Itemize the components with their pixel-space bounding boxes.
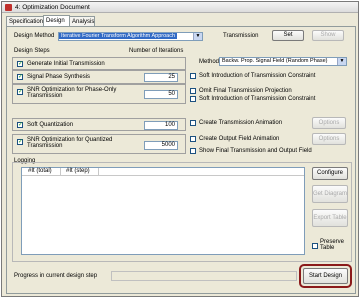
step-checkbox-snr-phase-only[interactable]: ✓	[17, 89, 23, 95]
get-diagram-button[interactable]: Get Diagram	[312, 185, 348, 203]
logging-table[interactable]: #It (total) #It (step)	[21, 167, 305, 255]
chevron-down-icon: ▼	[193, 33, 202, 40]
soft-intro-checkbox-2[interactable]	[190, 96, 196, 102]
title-bar: 4: Optimization Document	[2, 2, 358, 13]
set-button[interactable]: Set	[272, 30, 304, 41]
show-final-checkbox[interactable]	[190, 148, 196, 154]
iterations-header: Number of Iterations	[129, 48, 184, 54]
progress-label: Progress in current design step	[14, 273, 98, 279]
design-method-label: Design Method	[14, 33, 55, 39]
step-row-snr-phase-only: ✓ SNR Optimization for Phase-Only Transm…	[12, 84, 186, 104]
app-icon	[5, 4, 12, 11]
transmission-label: Transmission	[223, 33, 259, 39]
export-table-button[interactable]: Export Table	[312, 209, 348, 227]
step-label-soft-quantization: Soft Quantization	[27, 122, 74, 128]
step-label-signal-phase: Signal Phase Synthesis	[27, 74, 91, 80]
soft-intro-label-1: Soft Introduction of Transmission Constr…	[199, 73, 316, 79]
tab-analysis[interactable]: Analysis	[69, 16, 95, 26]
logging-col-total: #It (total)	[28, 168, 52, 174]
step-row-signal-phase: ✓ Signal Phase Synthesis 25	[12, 70, 186, 84]
show-final-label: Show Final Transmission and Output Field	[199, 148, 312, 154]
soft-intro-checkbox-1[interactable]	[190, 73, 196, 79]
tab-design[interactable]: Design	[43, 15, 70, 26]
design-method-value: Iterative Fourier Transform Algorithm Ap…	[59, 33, 178, 39]
create-transmission-animation-label: Create Transmission Animation	[199, 120, 283, 126]
iterations-input-soft-quantization[interactable]: 100	[144, 121, 178, 130]
soft-intro-label-2: Soft Introduction of Transmission Constr…	[199, 96, 316, 102]
step-checkbox-soft-quantization[interactable]: ✓	[17, 122, 23, 128]
options-button-1[interactable]: Options	[312, 117, 346, 129]
create-output-animation-label: Create Output Field Animation	[199, 136, 280, 142]
step-row-soft-quantization: ✓ Soft Quantization 100	[12, 118, 186, 131]
chevron-down-icon: ▼	[337, 58, 346, 65]
design-panel: Design Method Iterative Fourier Transfor…	[6, 26, 356, 294]
step-checkbox-snr-quantized[interactable]: ✓	[17, 139, 23, 145]
preserve-table-label: Preserve Table	[320, 239, 345, 251]
step-row-initial: ✓ Generate Initial Transmission	[12, 57, 186, 70]
create-output-animation-checkbox[interactable]	[190, 136, 196, 142]
iterations-input-snr-quantized[interactable]: 5000	[144, 141, 178, 150]
method-value: Backw. Prop. Signal Field (Random Phase)	[222, 58, 328, 64]
logging-table-header: #It (total) #It (step)	[22, 168, 304, 176]
progress-bar	[111, 271, 297, 281]
omit-final-checkbox[interactable]	[190, 88, 196, 94]
iterations-input-snr-phase-only[interactable]: 50	[144, 90, 178, 99]
logging-col-step: #It (step)	[66, 168, 90, 174]
tab-specification[interactable]: Specification	[6, 16, 44, 26]
show-button[interactable]: Show	[312, 30, 344, 41]
step-checkbox-signal-phase[interactable]: ✓	[17, 74, 23, 80]
design-steps-header: Design Steps	[14, 48, 50, 54]
step-label-snr-phase-only: SNR Optimization for Phase-Only Transmis…	[27, 87, 117, 99]
optimization-window: 4: Optimization Document Specification D…	[1, 1, 359, 297]
configure-button[interactable]: Configure	[312, 167, 348, 180]
column-divider	[60, 168, 61, 176]
create-transmission-animation-checkbox[interactable]	[190, 120, 196, 126]
column-divider	[98, 168, 99, 176]
window-title: 4: Optimization Document	[15, 4, 90, 11]
iterations-input-signal-phase[interactable]: 25	[144, 73, 178, 82]
method-select[interactable]: Backw. Prop. Signal Field (Random Phase)…	[219, 57, 347, 66]
design-method-select[interactable]: Iterative Fourier Transform Algorithm Ap…	[58, 32, 203, 41]
step-label-initial: Generate Initial Transmission	[27, 61, 105, 67]
omit-final-label: Omit Final Transmission Projection	[199, 88, 292, 94]
method-label: Method	[199, 59, 220, 65]
preserve-table-checkbox[interactable]	[312, 243, 318, 249]
step-checkbox-initial[interactable]: ✓	[17, 61, 23, 67]
step-label-snr-quantized: SNR Optimization for Quantized Transmiss…	[27, 137, 113, 149]
start-design-button[interactable]: Start Design	[303, 268, 348, 284]
options-button-2[interactable]: Options	[312, 133, 346, 145]
step-row-snr-quantized: ✓ SNR Optimization for Quantized Transmi…	[12, 134, 186, 154]
